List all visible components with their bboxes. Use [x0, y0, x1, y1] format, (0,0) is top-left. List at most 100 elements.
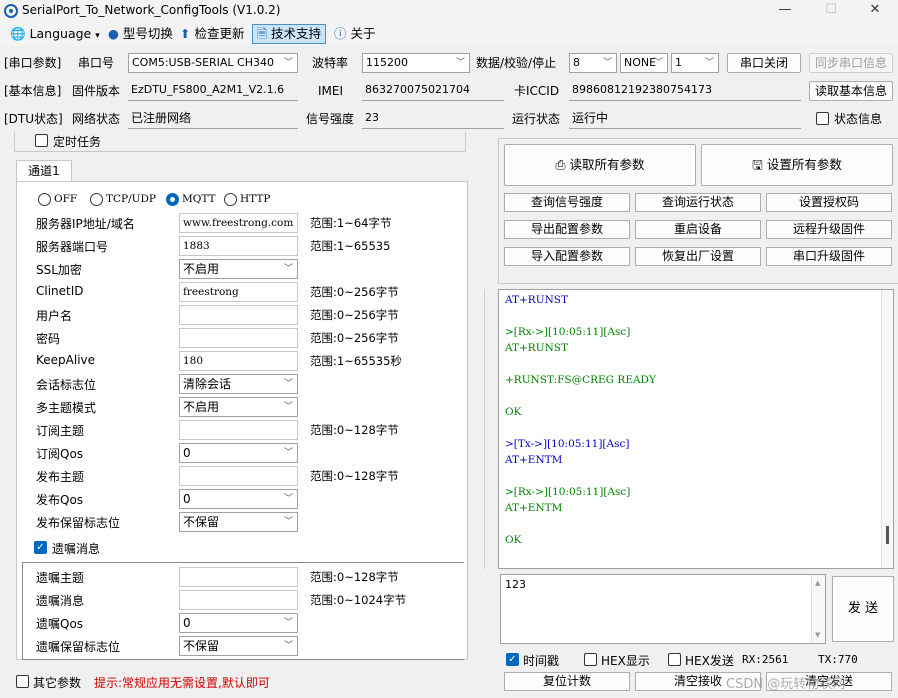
- action-button[interactable]: 设置授权码: [766, 193, 892, 212]
- net-status-label: 网络状态: [72, 112, 121, 126]
- log-line: OK: [505, 534, 522, 546]
- close-serial-button[interactable]: 串口关闭: [727, 53, 801, 73]
- other-params-checkbox[interactable]: [16, 675, 29, 688]
- field-select[interactable]: 0 ﹀: [179, 489, 298, 509]
- stop-bits-value: 1: [675, 56, 682, 69]
- action-button[interactable]: 导入配置参数: [504, 247, 630, 266]
- protocol-radio-http[interactable]: [224, 193, 237, 206]
- chevron-down-icon: ﹀: [283, 517, 293, 527]
- field-input[interactable]: [179, 466, 298, 486]
- hex-send-checkbox[interactable]: [668, 653, 681, 666]
- check-update-label: 检查更新: [194, 26, 245, 41]
- language-label: Language: [29, 26, 92, 41]
- hex-display-label: HEX显示: [601, 654, 650, 668]
- upload-arrow-icon: ⬆: [180, 26, 191, 41]
- protocol-radio-off[interactable]: [38, 193, 51, 206]
- field-input[interactable]: www.freestrong.com: [179, 213, 298, 233]
- field-select[interactable]: 0 ﹀: [179, 613, 298, 633]
- minimize-button[interactable]: —: [762, 0, 808, 22]
- run-status-label: 运行状态: [512, 112, 561, 126]
- action-button[interactable]: 串口升级固件: [766, 247, 892, 266]
- iccid-field: 89860812192380754173: [569, 81, 801, 101]
- read-all-label: 读取所有参数: [569, 157, 645, 172]
- chevron-down-icon: ﹀: [283, 264, 293, 274]
- stop-bits-select[interactable]: 1 ﹀: [671, 53, 719, 73]
- model-switch-label: 型号切换: [122, 26, 173, 41]
- tab-channel-1[interactable]: 通道1: [16, 160, 72, 182]
- field-input[interactable]: 180: [179, 351, 298, 371]
- scroll-down-icon[interactable]: ▼: [815, 631, 820, 639]
- action-button[interactable]: 远程升级固件: [766, 220, 892, 239]
- log-line: +RUNST:FS@CREG READY: [505, 374, 656, 386]
- chevron-down-icon: ﹀: [283, 58, 293, 68]
- close-button[interactable]: ✕: [852, 0, 898, 22]
- status-info-label: 状态信息: [834, 112, 883, 126]
- protocol-radio-mqtt[interactable]: [166, 193, 179, 206]
- field-select[interactable]: 不保留 ﹀: [179, 512, 298, 532]
- field-input[interactable]: [179, 590, 298, 610]
- send-text: 123: [505, 578, 526, 591]
- tx-counter: TX:770: [818, 653, 858, 666]
- data-bits-select[interactable]: 8 ﹀: [569, 53, 617, 73]
- action-button[interactable]: 查询运行状态: [635, 193, 761, 212]
- log-scrollbar[interactable]: [881, 290, 893, 568]
- send-button[interactable]: 发 送: [832, 576, 894, 642]
- scroll-up-icon[interactable]: ▲: [815, 579, 820, 587]
- baud-select[interactable]: 115200 ﹀: [362, 53, 470, 73]
- action-button[interactable]: 恢复出厂设置: [635, 247, 761, 266]
- field-input[interactable]: [179, 420, 298, 440]
- field-select[interactable]: 0 ﹀: [179, 443, 298, 463]
- port-select[interactable]: COM5:USB-SERIAL CH340 ﹀: [128, 53, 298, 73]
- timestamp-checkbox[interactable]: ✓: [506, 653, 519, 666]
- protocol-label: TCP/UDP: [106, 193, 156, 205]
- parity-select[interactable]: NONE ﹀: [620, 53, 668, 73]
- protocol-label: OFF: [54, 193, 78, 205]
- field-input[interactable]: [179, 567, 298, 587]
- read-basic-info-button[interactable]: 读取基本信息: [809, 81, 893, 101]
- timestamp-label: 时间戳: [523, 654, 560, 668]
- field-select[interactable]: 不启用 ﹀: [179, 397, 298, 417]
- log-scroll-thumb[interactable]: [886, 526, 889, 544]
- chevron-down-icon: ﹀: [455, 58, 465, 68]
- imei-label: IMEI: [318, 84, 344, 98]
- hex-display-checkbox[interactable]: [584, 653, 597, 666]
- about-menu[interactable]: ⓘ 关于: [330, 24, 380, 44]
- tech-support-menu[interactable]: 🗎 技术支持: [252, 24, 327, 44]
- action-button[interactable]: 重启设备: [635, 220, 761, 239]
- port-value: COM5:USB-SERIAL CH340: [132, 56, 275, 69]
- timer-task-checkbox[interactable]: [35, 134, 48, 147]
- status-info-checkbox[interactable]: [816, 112, 829, 125]
- read-all-params-button[interactable]: ⎙ 读取所有参数: [504, 144, 696, 186]
- field-input[interactable]: 1883: [179, 236, 298, 256]
- chevron-down-icon: ﹀: [283, 641, 293, 651]
- maximize-button[interactable]: ☐: [808, 0, 854, 22]
- splitter[interactable]: [484, 289, 490, 569]
- chevron-down-icon: ﹀: [704, 58, 714, 68]
- set-all-params-button[interactable]: 🖫 设置所有参数: [701, 144, 893, 186]
- check-update-menu[interactable]: ⬆ 检查更新: [176, 24, 248, 44]
- sync-serial-button[interactable]: 同步串口信息: [809, 53, 893, 73]
- chevron-down-icon: ﹀: [283, 379, 293, 389]
- send-input[interactable]: 123 ▲ ▼: [500, 574, 826, 644]
- field-select[interactable]: 清除会话 ﹀: [179, 374, 298, 394]
- field-label: 会话标志位: [36, 378, 97, 392]
- field-select-value: 0: [183, 492, 191, 506]
- will-message-checkbox[interactable]: ✓: [34, 541, 47, 554]
- receive-log[interactable]: AT+RUNST >[Rx->][10:05:11][Asc] AT+RUNST +R…: [498, 289, 894, 569]
- field-input[interactable]: [179, 328, 298, 348]
- field-select[interactable]: 不保留 ﹀: [179, 636, 298, 656]
- field-input[interactable]: freestrong: [179, 282, 298, 302]
- field-input[interactable]: [179, 305, 298, 325]
- action-button[interactable]: 查询信号强度: [504, 193, 630, 212]
- field-select[interactable]: 不启用 ﹀: [179, 259, 298, 279]
- reset-count-button[interactable]: 复位计数: [504, 672, 630, 691]
- chevron-down-icon: ﹀: [283, 494, 293, 504]
- log-line: >[Rx->][10:05:11][Asc]: [505, 326, 631, 338]
- field-select-value: 清除会话: [183, 377, 232, 391]
- language-menu[interactable]: 🌐 Language ▾: [6, 24, 104, 44]
- send-scrollbar[interactable]: ▲ ▼: [811, 575, 825, 643]
- dps-label: 数据/校验/停止: [476, 56, 557, 70]
- action-button[interactable]: 导出配置参数: [504, 220, 630, 239]
- model-switch-menu[interactable]: ● 型号切换: [104, 24, 177, 44]
- protocol-radio-tcp-udp[interactable]: [90, 193, 103, 206]
